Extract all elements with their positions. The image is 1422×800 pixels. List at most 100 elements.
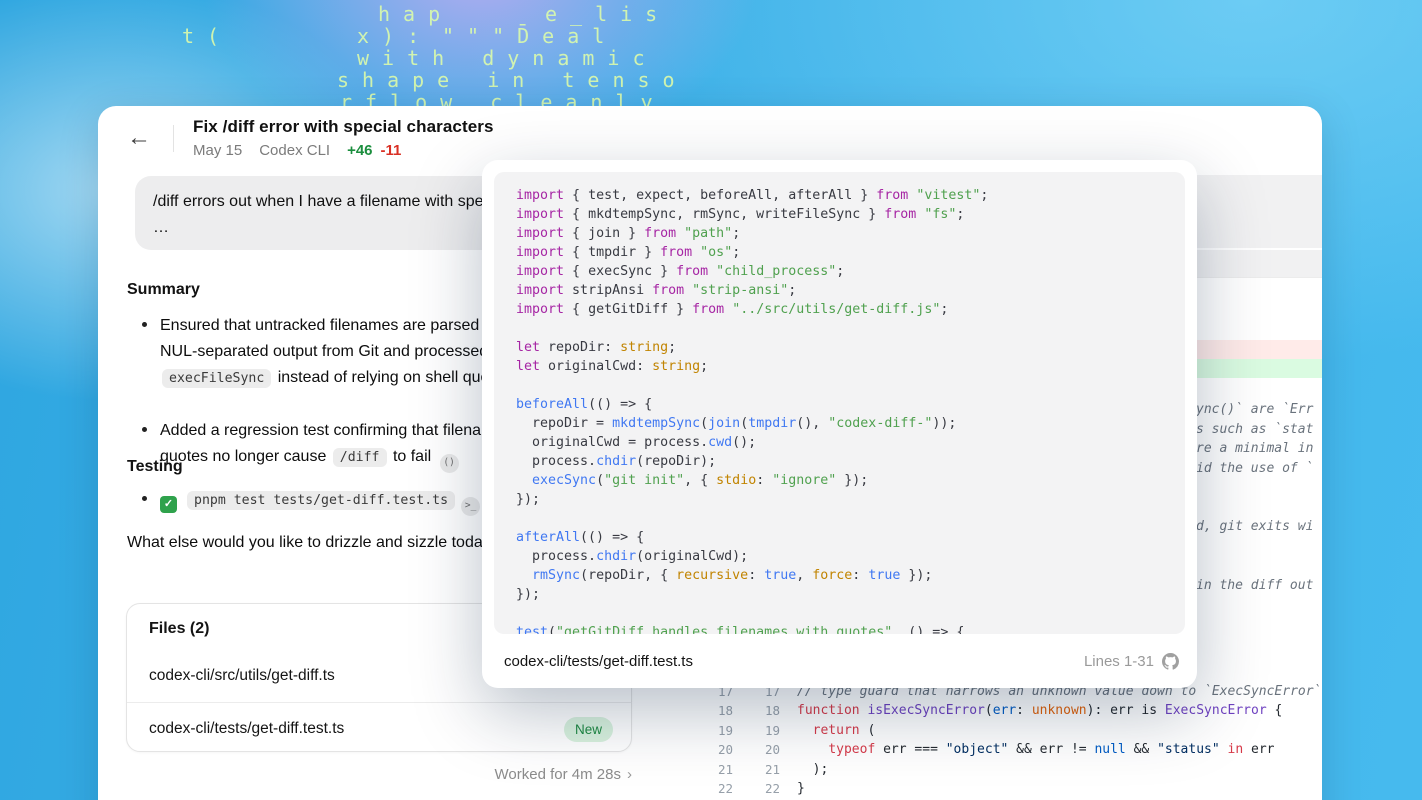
code-token: ( [860, 723, 876, 738]
diff-comment-fragment: re a minimal in [1196, 441, 1313, 456]
code-token: repoDir: [540, 340, 620, 355]
code-token: from [692, 302, 724, 317]
code-reference-icon[interactable]: () [440, 454, 459, 473]
task-date: May 15 [193, 142, 242, 159]
code-token: ; [956, 207, 964, 222]
code-token: ExecSyncError [1165, 703, 1267, 718]
diff-comment-fragment: s such as `stat [1196, 422, 1313, 437]
code-token: function [797, 703, 860, 718]
line-number-old: 18 [690, 701, 733, 720]
diff-code-row: 2222} [690, 779, 1322, 798]
code-token: execSync [532, 473, 596, 488]
code-token [516, 473, 532, 488]
code-token: from [644, 226, 676, 241]
popup-code-line [516, 376, 1185, 395]
code-token: process. [516, 454, 596, 469]
code-token: import [516, 283, 564, 298]
popup-code-line [516, 509, 1185, 528]
code-token: { getGitDiff } [564, 302, 692, 317]
popup-lines-link[interactable]: Lines 1-31 [1084, 653, 1179, 670]
popup-code-line: import { execSync } from "child_process"… [516, 262, 1185, 281]
popup-code-line: import { mkdtempSync, rmSync, writeFileS… [516, 205, 1185, 224]
code-token: rmSync [532, 568, 580, 583]
popup-code-line [516, 319, 1185, 338]
code-token: join [708, 416, 740, 431]
code-token: ; [668, 340, 676, 355]
header-divider [173, 125, 174, 152]
code-token: chdir [596, 549, 636, 564]
code-token: )); [932, 416, 956, 431]
code-token: : [748, 568, 764, 583]
code-token [692, 245, 700, 260]
header-text: Fix /diff error with special characters … [193, 117, 494, 159]
code-token: import [516, 302, 564, 317]
back-button[interactable]: ← [122, 122, 156, 154]
code-token: in [1228, 742, 1244, 757]
file-row[interactable]: codex-cli/tests/get-diff.test.tsNew [127, 702, 631, 754]
code-token: recursive [676, 568, 748, 583]
code-token: let [516, 359, 540, 374]
popup-code-line: test("getGitDiff handles filenames with … [516, 623, 1185, 634]
code-token: "strip-ansi" [692, 283, 788, 298]
code-token: ): err is [1087, 703, 1165, 718]
code-token: (repoDir, { [580, 568, 676, 583]
code-token: "vitest" [916, 188, 980, 203]
line-number-old: 21 [690, 760, 733, 779]
diff-code-row: 1818function isExecSyncError(err: unknow… [690, 701, 1322, 720]
code-token: err [993, 703, 1016, 718]
code-token: ; [836, 264, 844, 279]
code-token: { test, expect, beforeAll, afterAll } [564, 188, 876, 203]
popup-code-line: import { join } from "path"; [516, 224, 1185, 243]
code-token: : [1016, 703, 1032, 718]
task-project: Codex CLI [259, 142, 330, 159]
code-token [708, 264, 716, 279]
code-token: return [813, 723, 860, 738]
code-token: "codex-diff-" [828, 416, 932, 431]
bullet-dot-icon [142, 427, 147, 432]
code-token: true [868, 568, 900, 583]
code-token: "../src/utils/get-diff.js" [732, 302, 940, 317]
code-token: force [812, 568, 852, 583]
background-glyphs: e_lis [545, 2, 670, 26]
line-number-old: 20 [690, 740, 733, 759]
diff-code-row: 2020 typeof err === "object" && err != n… [690, 740, 1322, 759]
code-token: { mkdtempSync, rmSync, writeFileSync } [564, 207, 884, 222]
code-token: "fs" [924, 207, 956, 222]
line-number-old: 19 [690, 721, 733, 740]
code-token: , [796, 568, 812, 583]
code-token: import [516, 188, 564, 203]
code-token: null [1094, 742, 1125, 757]
popup-footer: codex-cli/tests/get-diff.test.ts Lines 1… [494, 634, 1185, 688]
popup-code-line: import { getGitDiff } from "../src/utils… [516, 300, 1185, 319]
status-badge: New [564, 717, 613, 742]
code-token: (originalCwd); [636, 549, 748, 564]
background-glyphs: with dynamic [357, 46, 658, 70]
code-token [684, 283, 692, 298]
code-token: (() => { [588, 397, 652, 412]
popup-code-line: process.chdir(repoDir); [516, 452, 1185, 471]
popup-code-line: process.chdir(originalCwd); [516, 547, 1185, 566]
line-number-new: 22 [733, 779, 780, 798]
code-token [724, 302, 732, 317]
code-token: originalCwd = process. [516, 435, 708, 450]
popup-code-line: import stripAnsi from "strip-ansi"; [516, 281, 1185, 300]
terminal-icon[interactable]: >_ [461, 497, 480, 516]
diff-code-row: 1919 return ( [690, 721, 1322, 740]
popup-code-line: let repoDir: string; [516, 338, 1185, 357]
diff-add-text: child_process"; [1198, 361, 1315, 376]
testing-bullets: ✓pnpm test tests/get-diff.test.ts>_ [127, 487, 480, 540]
code-token: string [620, 340, 668, 355]
code-token: err === [875, 742, 945, 757]
code-token: test [516, 625, 548, 634]
code-token: (), [796, 416, 828, 431]
diff-code-text: function isExecSyncError(err: unknown): … [780, 701, 1282, 720]
assistant-question: What else would you like to drizzle and … [127, 534, 500, 552]
popup-code-line: afterAll(() => { [516, 528, 1185, 547]
testing-heading: Testing [127, 458, 183, 476]
deletions-count: -11 [381, 142, 402, 159]
popup-code-line: originalCwd = process.cwd(); [516, 433, 1185, 452]
worked-duration[interactable]: Worked for 4m 28s› [126, 766, 632, 783]
code-token: repoDir = [516, 416, 612, 431]
background-glyphs: """D̄eal [442, 24, 617, 48]
line-number-new: 19 [733, 721, 780, 740]
